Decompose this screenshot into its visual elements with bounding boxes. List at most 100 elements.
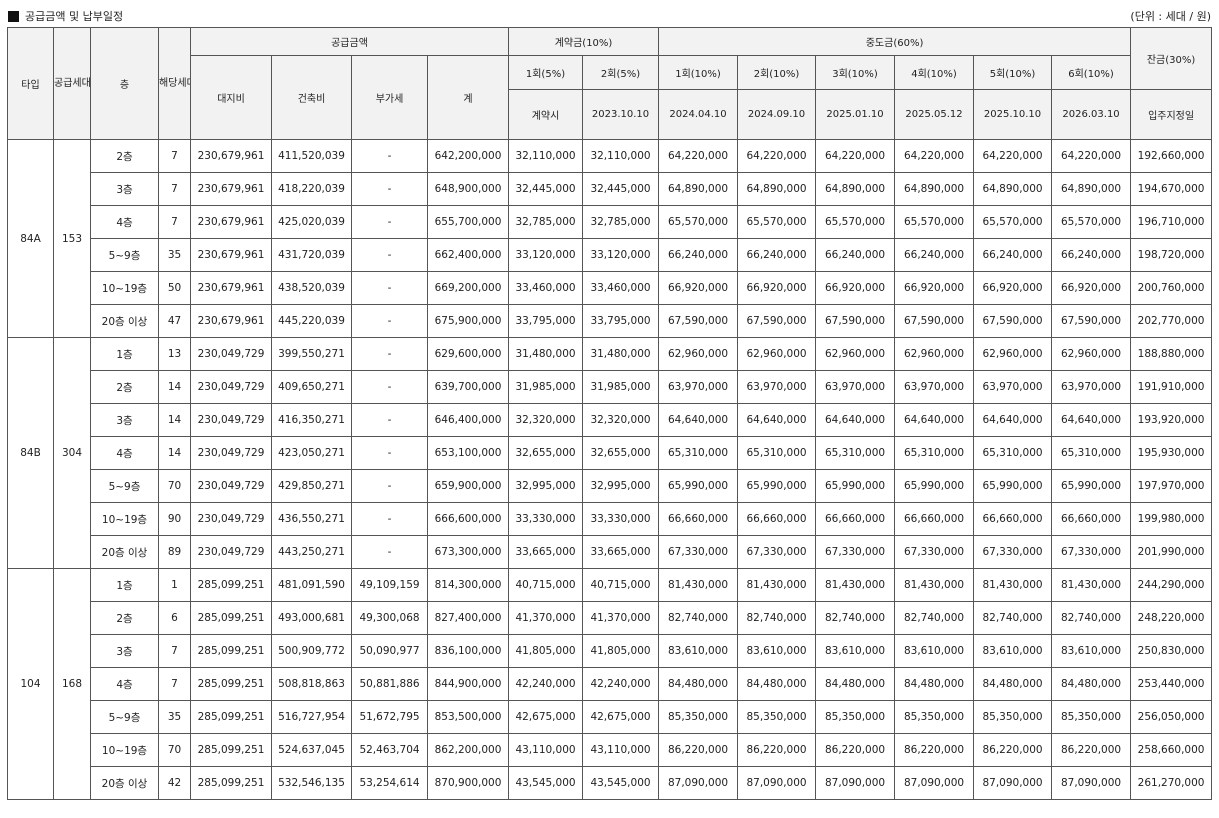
interim-cell: 64,640,000 xyxy=(973,403,1053,437)
header-installment: 2회(5%) xyxy=(581,55,660,90)
total-cell: 673,300,000 xyxy=(427,535,509,569)
unit-count-cell: 7 xyxy=(158,172,191,206)
interim-cell: 66,660,000 xyxy=(894,502,975,536)
unit-count-cell: 35 xyxy=(158,238,191,272)
balance-cell: 202,770,000 xyxy=(1130,304,1213,338)
header-installment: 1회(10%) xyxy=(658,55,739,90)
contract-2-cell: 42,240,000 xyxy=(581,667,660,701)
interim-cell: 67,590,000 xyxy=(658,304,739,338)
interim-cell: 85,350,000 xyxy=(815,700,896,734)
interim-cell: 63,970,000 xyxy=(815,370,896,404)
building-cost-cell: 431,720,039 xyxy=(271,238,352,272)
unit-count-cell: 13 xyxy=(158,337,191,371)
balance-cell: 188,880,000 xyxy=(1130,337,1213,371)
floor-cell: 1층 xyxy=(90,337,159,371)
interim-cell: 66,240,000 xyxy=(1051,238,1132,272)
contract-1-cell: 40,715,000 xyxy=(508,568,583,602)
contract-2-cell: 32,320,000 xyxy=(581,403,660,437)
interim-cell: 81,430,000 xyxy=(1051,568,1132,602)
interim-cell: 66,660,000 xyxy=(1051,502,1132,536)
total-cell: 639,700,000 xyxy=(427,370,509,404)
table-header: 타입 공급세대수 층 해당세대수 공급금액 계약금(10%) 중도금(60%) … xyxy=(7,27,1213,140)
interim-cell: 65,570,000 xyxy=(1051,205,1132,239)
header-supply-amount: 공급금액 xyxy=(190,27,509,56)
interim-cell: 65,310,000 xyxy=(815,436,896,470)
total-cell: 669,200,000 xyxy=(427,271,509,305)
floor-cell: 2층 xyxy=(90,370,159,404)
header-date: 2025.10.10 xyxy=(973,89,1053,140)
interim-cell: 67,330,000 xyxy=(894,535,975,569)
contract-2-cell: 32,655,000 xyxy=(581,436,660,470)
floor-cell: 5~9층 xyxy=(90,700,159,734)
unit-count-cell: 89 xyxy=(158,535,191,569)
interim-cell: 81,430,000 xyxy=(658,568,739,602)
header-installment: 6회(10%) xyxy=(1051,55,1132,90)
table-row: 10~19층 70 285,099,251 524,637,045 52,463,704… xyxy=(8,733,1213,767)
interim-cell: 84,480,000 xyxy=(1051,667,1132,701)
interim-cell: 82,740,000 xyxy=(815,601,896,635)
title-bar: 공급금액 및 납부일정 (단위 : 세대 / 원) xyxy=(8,6,1211,24)
table-row: 2층 6 285,099,251 493,000,681 49,300,068 827,4… xyxy=(8,601,1213,635)
table-row: 84B 304 1층 13 230,049,729 399,550,271-629,600… xyxy=(7,337,1213,569)
contract-1-cell: 33,460,000 xyxy=(508,271,583,305)
land-cost-cell: 285,099,251 xyxy=(190,667,272,701)
header-land: 대지비 xyxy=(190,55,272,140)
interim-cell: 81,430,000 xyxy=(815,568,896,602)
total-cell: 659,900,000 xyxy=(427,469,509,503)
land-cost-cell: 230,049,729 xyxy=(190,502,272,536)
header-date: 2024.04.10 xyxy=(658,89,739,140)
contract-2-cell: 42,675,000 xyxy=(581,700,660,734)
contract-2-cell: 32,110,000 xyxy=(581,139,660,173)
interim-cell: 64,220,000 xyxy=(815,139,896,173)
unit-count-cell: 90 xyxy=(158,502,191,536)
contract-1-cell: 42,240,000 xyxy=(508,667,583,701)
total-cell: 629,600,000 xyxy=(427,337,509,371)
total-cell: 666,600,000 xyxy=(427,502,509,536)
land-cost-cell: 285,099,251 xyxy=(190,601,272,635)
interim-cell: 82,740,000 xyxy=(973,601,1053,635)
land-cost-cell: 230,049,729 xyxy=(190,337,272,371)
contract-1-cell: 43,545,000 xyxy=(508,766,583,800)
vat-cell: - xyxy=(351,436,428,470)
interim-cell: 66,240,000 xyxy=(815,238,896,272)
table-row: 20층 이상 47 230,679,961 445,220,039-675,900,0… xyxy=(8,304,1213,338)
land-cost-cell: 230,049,729 xyxy=(190,436,272,470)
total-cell: 642,200,000 xyxy=(427,139,509,173)
header-floor: 층 xyxy=(90,27,159,140)
table-row: 5~9층 70 230,049,729 429,850,271-659,900,000… xyxy=(8,469,1213,503)
interim-cell: 64,640,000 xyxy=(815,403,896,437)
interim-cell: 63,970,000 xyxy=(973,370,1053,404)
interim-cell: 63,970,000 xyxy=(1051,370,1132,404)
interim-cell: 66,240,000 xyxy=(658,238,739,272)
balance-cell: 193,920,000 xyxy=(1130,403,1213,437)
table-row: 4층 7 285,099,251 508,818,863 50,881,886 844,9… xyxy=(8,667,1213,701)
contract-2-cell: 33,120,000 xyxy=(581,238,660,272)
land-cost-cell: 285,099,251 xyxy=(190,766,272,800)
square-bullet-icon xyxy=(8,10,19,22)
floor-cell: 10~19층 xyxy=(90,733,159,767)
building-cost-cell: 524,637,045 xyxy=(271,733,352,767)
building-cost-cell: 481,091,590 xyxy=(271,568,352,602)
vat-cell: - xyxy=(351,238,428,272)
header-installment: 1회(5%) xyxy=(508,55,583,90)
balance-cell: 261,270,000 xyxy=(1130,766,1213,800)
unit-count-cell: 47 xyxy=(158,304,191,338)
interim-cell: 82,740,000 xyxy=(737,601,817,635)
vat-cell: - xyxy=(351,304,428,338)
interim-cell: 64,890,000 xyxy=(894,172,975,206)
interim-cell: 66,660,000 xyxy=(658,502,739,536)
interim-cell: 85,350,000 xyxy=(894,700,975,734)
header-building: 건축비 xyxy=(271,55,352,140)
unit-count-cell: 7 xyxy=(158,667,191,701)
table-row: 5~9층 35 230,679,961 431,720,039-662,400,000… xyxy=(8,238,1213,272)
vat-cell: 53,254,614 xyxy=(351,766,428,800)
interim-cell: 66,240,000 xyxy=(894,238,975,272)
vat-cell: - xyxy=(351,139,428,173)
building-cost-cell: 493,000,681 xyxy=(271,601,352,635)
balance-cell: 250,830,000 xyxy=(1130,634,1213,668)
contract-2-cell: 33,460,000 xyxy=(581,271,660,305)
interim-cell: 65,310,000 xyxy=(973,436,1053,470)
unit-count-cell: 7 xyxy=(158,634,191,668)
interim-cell: 87,090,000 xyxy=(894,766,975,800)
table-row: 3층 7 230,679,961 418,220,039-648,900,000 32,… xyxy=(8,172,1213,206)
